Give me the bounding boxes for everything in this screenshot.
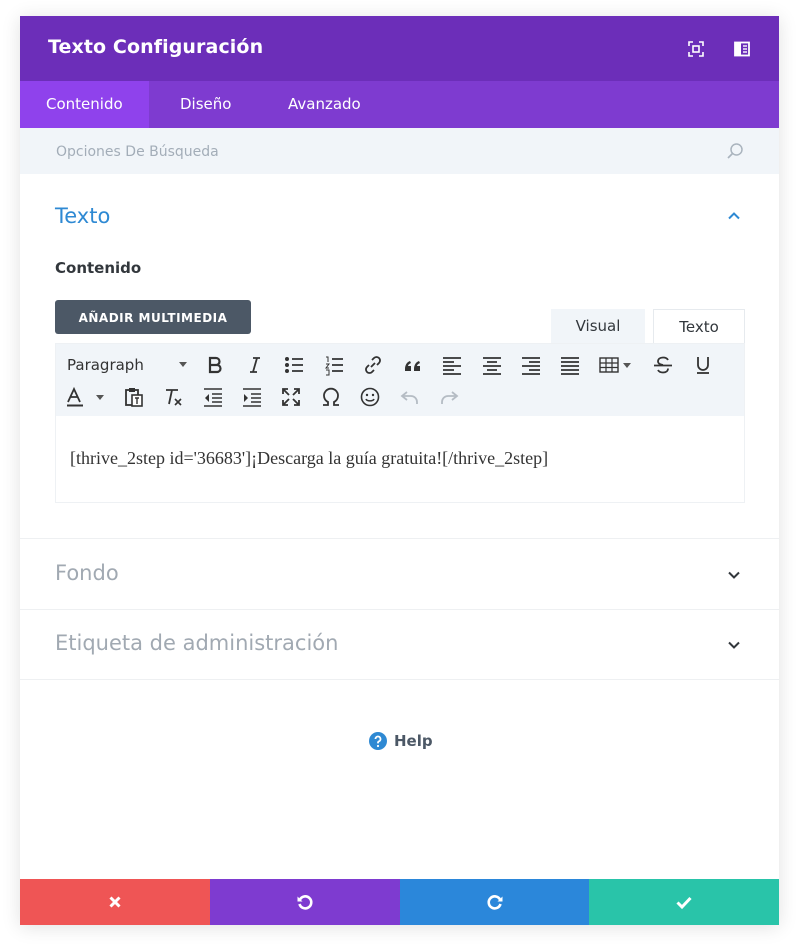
link-icon[interactable] xyxy=(362,354,384,376)
tab-diseno[interactable]: Diseño xyxy=(154,81,257,128)
tab-bar: Contenido Diseño Avanzado xyxy=(20,81,779,128)
modal-footer xyxy=(20,879,779,925)
outdent-icon[interactable] xyxy=(202,386,224,408)
modal-header: Texto Configuración xyxy=(20,16,779,81)
undo-editor-icon[interactable] xyxy=(399,386,421,408)
tab-contenido[interactable]: Contenido xyxy=(20,81,149,128)
align-center-icon[interactable] xyxy=(481,354,503,376)
search-input[interactable] xyxy=(54,128,698,176)
section-divider xyxy=(20,538,779,539)
tab-avanzado[interactable]: Avanzado xyxy=(262,81,387,128)
format-select-value: Paragraph xyxy=(67,356,144,374)
special-character-icon[interactable] xyxy=(320,386,342,408)
chevron-up-icon[interactable] xyxy=(726,208,742,224)
chevron-down-icon[interactable] xyxy=(726,567,742,583)
help-icon xyxy=(369,732,387,750)
strikethrough-icon[interactable] xyxy=(652,354,674,376)
bold-icon[interactable] xyxy=(204,354,226,376)
settings-modal: Texto Configuración Contenido Diseño Ava… xyxy=(20,16,779,925)
cancel-button[interactable] xyxy=(20,879,210,925)
bullet-list-icon[interactable] xyxy=(283,354,305,376)
undo-button[interactable] xyxy=(210,879,400,925)
clear-formatting-icon[interactable] xyxy=(162,386,184,408)
section-title-fondo[interactable]: Fondo xyxy=(55,561,119,585)
numbered-list-icon[interactable] xyxy=(323,354,345,376)
editor-toolbar: Paragraph xyxy=(56,344,744,416)
fullscreen-editor-icon[interactable] xyxy=(280,386,302,408)
chevron-down-icon[interactable] xyxy=(726,637,742,653)
tab-text-editor[interactable]: Texto xyxy=(653,309,745,343)
redo-editor-icon[interactable] xyxy=(438,386,460,408)
add-media-button[interactable]: AÑADIR MULTIMEDIA xyxy=(55,300,251,334)
editor-content[interactable]: [thrive_2step id='36683']¡Descarga la gu… xyxy=(70,448,548,469)
close-icon xyxy=(109,896,121,908)
align-right-icon[interactable] xyxy=(520,354,542,376)
text-color-icon[interactable] xyxy=(65,386,109,408)
align-left-icon[interactable] xyxy=(441,354,463,376)
fullscreen-icon[interactable] xyxy=(686,39,706,59)
undo-icon xyxy=(297,895,313,910)
sidebar-layout-icon[interactable] xyxy=(732,39,752,59)
underline-icon[interactable] xyxy=(692,354,714,376)
section-title-etiqueta[interactable]: Etiqueta de administración xyxy=(55,631,338,655)
tab-visual-editor[interactable]: Visual xyxy=(551,309,645,343)
help-label: Help xyxy=(394,732,433,750)
field-label-contenido: Contenido xyxy=(55,259,142,277)
italic-icon[interactable] xyxy=(244,354,266,376)
paste-text-icon[interactable] xyxy=(123,386,145,408)
modal-title: Texto Configuración xyxy=(48,36,264,58)
redo-icon xyxy=(486,895,502,910)
search-icon[interactable] xyxy=(726,142,744,160)
format-select[interactable]: Paragraph xyxy=(67,354,191,376)
save-button[interactable] xyxy=(589,879,779,925)
check-icon xyxy=(676,896,692,910)
section-title-texto[interactable]: Texto xyxy=(55,204,110,228)
section-divider xyxy=(20,609,779,610)
table-icon[interactable] xyxy=(599,354,635,376)
blockquote-icon[interactable] xyxy=(402,354,424,376)
emoji-icon[interactable] xyxy=(359,386,381,408)
indent-icon[interactable] xyxy=(241,386,263,408)
chevron-down-icon xyxy=(179,362,187,367)
options-search xyxy=(20,128,779,176)
section-divider xyxy=(20,679,779,680)
rich-text-editor: Paragraph [thrive_2step id='36683']¡Desc… xyxy=(55,343,745,503)
justify-icon[interactable] xyxy=(559,354,581,376)
redo-button[interactable] xyxy=(400,879,589,925)
